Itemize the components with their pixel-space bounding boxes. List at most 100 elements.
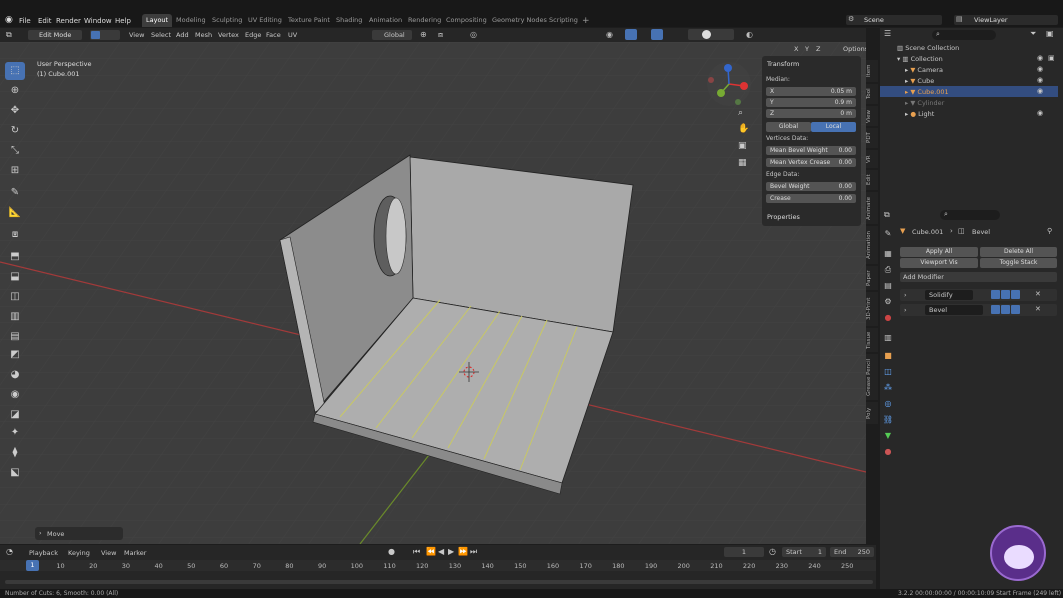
mode-selector[interactable]: Edit Mode xyxy=(28,30,82,40)
modifier-name-field[interactable]: Solidify xyxy=(925,290,973,300)
expand-chevron-icon[interactable]: › xyxy=(904,306,907,314)
jump-start-icon[interactable]: ⏮ xyxy=(413,547,420,557)
physics-tab-icon[interactable]: ◎ xyxy=(882,398,894,410)
pan-hand-icon[interactable]: ✋ xyxy=(738,124,749,134)
modifier-bevel[interactable]: › Bevel ✕ xyxy=(900,304,1057,316)
snap-icon[interactable]: ⧈ xyxy=(438,30,443,40)
header-menu-mesh[interactable]: Mesh xyxy=(195,31,212,39)
toggle-stack-button[interactable]: Toggle Stack xyxy=(980,258,1057,268)
transform-panel-title[interactable]: Transform xyxy=(767,60,799,68)
collection-tab-icon[interactable]: ▥ xyxy=(882,332,894,344)
knife-tool[interactable]: ▤ xyxy=(5,328,25,346)
tab-scripting[interactable]: Scripting xyxy=(545,14,582,27)
inset-tool[interactable]: ⬓ xyxy=(5,268,25,286)
visibility-icon[interactable]: ◉ xyxy=(606,30,613,39)
new-collection-icon[interactable]: ▣ xyxy=(1046,29,1054,38)
header-menu-select[interactable]: Select xyxy=(151,31,171,39)
shear-tool[interactable]: ⧫ xyxy=(5,444,25,462)
outliner-item-cylinder[interactable]: ▸ ▼ Cylinder xyxy=(905,98,1063,108)
annotate-tool[interactable]: ✎ xyxy=(5,184,25,202)
view-layer-tab-icon[interactable]: ▤ xyxy=(882,280,894,292)
sidetab-tissue[interactable]: Tissue xyxy=(866,328,878,352)
last-operator-panel[interactable]: › Move xyxy=(35,527,123,540)
header-menu-view[interactable]: View xyxy=(129,31,144,39)
overlay-toggle-icon[interactable] xyxy=(651,29,663,40)
mirror-z-toggle[interactable]: Z xyxy=(816,45,820,53)
object-tab-icon[interactable]: ■ xyxy=(882,350,894,362)
global-toggle[interactable]: Global xyxy=(766,122,811,132)
scale-tool[interactable]: ⤡ xyxy=(5,142,25,160)
eye-icon[interactable]: ◉ xyxy=(1037,87,1043,95)
camera-render-icon[interactable]: ▣ xyxy=(1048,54,1055,62)
modifier-name-field[interactable]: Bevel xyxy=(925,305,983,315)
menu-render[interactable]: Render xyxy=(56,17,81,25)
median-x-field[interactable]: X 0.05 m xyxy=(766,87,856,96)
solid-shading-icon[interactable] xyxy=(702,30,711,39)
properties-editor-icon[interactable]: ⧉ xyxy=(884,210,890,220)
render-tab-icon[interactable]: ▦ xyxy=(882,248,894,260)
editor-type-icon[interactable]: ⧉ xyxy=(6,30,12,40)
world-tab-icon[interactable]: ● xyxy=(882,312,894,324)
zoom-icon[interactable]: ⌕ xyxy=(738,108,743,118)
sidetab-vr[interactable]: VR xyxy=(866,150,878,168)
play-icon[interactable]: ▶ xyxy=(448,547,454,556)
sidetab-paper[interactable]: Paper xyxy=(866,266,878,290)
modifier-solidify[interactable]: › Solidify ✕ xyxy=(900,289,1057,301)
camera-view-icon[interactable]: ▣ xyxy=(738,141,747,151)
eye-icon[interactable]: ◉ xyxy=(1037,65,1043,73)
timeline-menu-keying[interactable]: Keying xyxy=(68,549,90,557)
tab-modeling[interactable]: Modeling xyxy=(172,14,210,27)
view-layer-selector[interactable]: ▤ ViewLayer xyxy=(954,15,1058,25)
add-modifier-dropdown[interactable]: Add Modifier xyxy=(900,272,1057,282)
options-dropdown[interactable]: Options xyxy=(843,45,866,53)
tab-layout[interactable]: Layout xyxy=(142,14,173,27)
mirror-x-toggle[interactable]: X xyxy=(794,45,798,53)
tab-shading[interactable]: Shading xyxy=(332,14,366,27)
bevel-tool[interactable]: ◫ xyxy=(5,288,25,306)
shrink-fatten-tool[interactable]: ✦ xyxy=(5,424,25,442)
proportional-edit-icon[interactable]: ◎ xyxy=(470,30,477,39)
sidetab-view[interactable]: View xyxy=(866,106,878,126)
render-toggle-icon[interactable] xyxy=(1011,290,1020,299)
editmode-toggle-icon[interactable] xyxy=(991,290,1000,299)
particles-tab-icon[interactable]: ⁂ xyxy=(882,382,894,394)
sidetab-tool[interactable]: Tool xyxy=(866,84,878,104)
mirror-y-toggle[interactable]: Y xyxy=(805,45,809,53)
timeline-menu-view[interactable]: View xyxy=(101,549,116,557)
outliner-editor-icon[interactable]: ☰ xyxy=(884,29,891,38)
filter-icon[interactable]: ⏷ xyxy=(1030,29,1036,39)
editmode-toggle-icon[interactable] xyxy=(991,305,1000,314)
properties-subpanel[interactable]: Properties xyxy=(767,213,800,221)
spin-tool[interactable]: ◕ xyxy=(5,366,25,384)
constraints-tab-icon[interactable]: ⛓ xyxy=(882,414,894,426)
viewport-toggle-icon[interactable] xyxy=(1001,305,1010,314)
current-frame-field[interactable]: 1 xyxy=(724,547,764,557)
cursor-tool[interactable]: ⊕ xyxy=(5,82,25,100)
tab-uv-editing[interactable]: UV Editing xyxy=(244,14,286,27)
start-frame-field[interactable]: Start 1 xyxy=(782,547,826,557)
apply-all-button[interactable]: Apply All xyxy=(900,247,978,257)
render-toggle-icon[interactable] xyxy=(1011,305,1020,314)
sidetab-edit[interactable]: Edit xyxy=(866,170,878,190)
gizmo-toggle-icon[interactable] xyxy=(625,29,637,40)
rip-tool[interactable]: ⬕ xyxy=(5,464,25,482)
header-menu-vertex[interactable]: Vertex xyxy=(218,31,239,39)
properties-search-input[interactable]: ⌕ xyxy=(940,210,1000,220)
tab-compositing[interactable]: Compositing xyxy=(442,14,491,27)
close-icon[interactable]: ✕ xyxy=(1035,290,1041,298)
output-tab-icon[interactable]: ⎙ xyxy=(882,264,894,276)
extrude-tool[interactable]: ⬒ xyxy=(5,248,25,266)
outliner-scene-collection[interactable]: ▥ Scene Collection xyxy=(897,43,1063,53)
mean-bevel-weight-field[interactable]: Mean Bevel Weight 0.00 xyxy=(766,146,856,155)
sidetab-item[interactable]: Item xyxy=(866,60,878,82)
data-tab-icon[interactable]: ▼ xyxy=(882,430,894,442)
sidetab-grease-pencil[interactable]: Grease Pencil xyxy=(866,354,878,400)
bevel-weight-field[interactable]: Bevel Weight 0.00 xyxy=(766,182,856,191)
select-box-tool[interactable]: ⬚ xyxy=(5,62,25,80)
tab-animation[interactable]: Animation xyxy=(365,14,406,27)
jump-end-icon[interactable]: ⏭ xyxy=(470,547,477,557)
header-menu-face[interactable]: Face xyxy=(266,31,281,39)
tab-texture-paint[interactable]: Texture Paint xyxy=(284,14,334,27)
tab-rendering[interactable]: Rendering xyxy=(404,14,445,27)
clock-icon[interactable]: ◷ xyxy=(769,547,776,556)
